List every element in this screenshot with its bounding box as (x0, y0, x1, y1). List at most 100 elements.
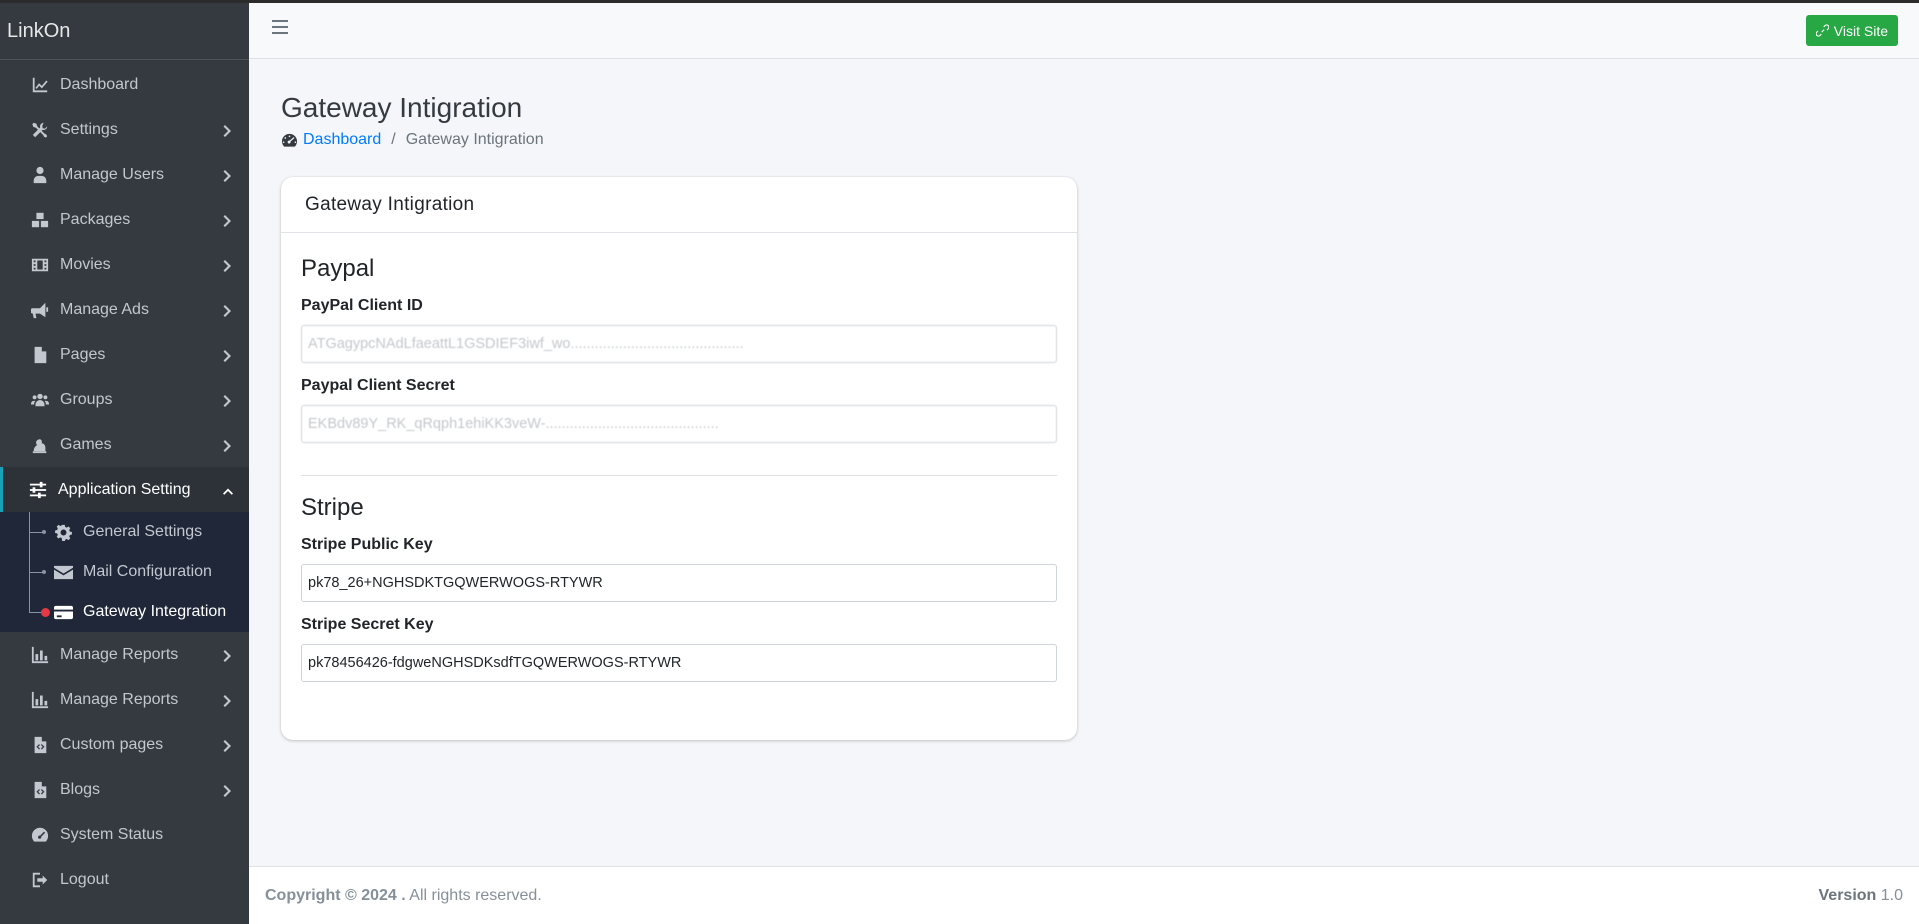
sidebar-item-groups[interactable]: Groups (0, 377, 249, 422)
chevron-right-icon (223, 694, 233, 707)
bullhorn-icon (30, 300, 50, 320)
card-body: Paypal PayPal Client ID Paypal Client Se… (281, 255, 1077, 682)
sidebar-subitem-label: General Settings (83, 523, 203, 540)
sidebar-item-movies[interactable]: Movies (0, 242, 249, 287)
sidebar-item-label: Packages (60, 210, 131, 228)
users-icon (30, 390, 50, 410)
sidebar-item-label: Blogs (60, 780, 101, 798)
sidebar-item-manage-reports-2[interactable]: Manage Reports (0, 677, 249, 722)
sidebar-item-label: Games (60, 435, 112, 453)
page-title: Gateway Intigration (281, 92, 523, 123)
chevron-up-icon (223, 484, 233, 496)
chevron-right-icon (223, 169, 233, 182)
sidebar-item-label: Application Setting (58, 480, 191, 498)
footer: Copyright © 2024 . All rights reserved. … (249, 866, 1919, 924)
boxes-icon (30, 210, 50, 230)
chevron-right-icon (223, 784, 233, 797)
sidebar-item-packages[interactable]: Packages (0, 197, 249, 242)
tree-tick (29, 532, 43, 533)
paypal-client-secret-label: Paypal Client Secret (301, 377, 455, 394)
active-indicator-dot (41, 608, 50, 617)
gear-icon (53, 523, 73, 541)
stripe-secret-key-label: Stripe Secret Key (301, 616, 434, 633)
sidebar-item-manage-ads[interactable]: Manage Ads (0, 287, 249, 332)
chevron-right-icon (223, 349, 233, 362)
sidebar-item-manage-users[interactable]: Manage Users (0, 152, 249, 197)
sidebar-subitem-general-settings[interactable]: General Settings (0, 512, 249, 552)
sidebar-item-dashboard[interactable]: Dashboard (0, 62, 249, 107)
dashboard-gauge-icon (282, 133, 297, 147)
chevron-right-icon (223, 649, 233, 662)
sidebar-item-logout[interactable]: Logout (0, 857, 249, 902)
file-code-icon (30, 780, 50, 800)
sidebar-item-application-setting[interactable]: Application Setting (0, 467, 249, 512)
gateway-integration-card: Gateway Intigration Paypal PayPal Client… (281, 177, 1077, 740)
sidebar-item-pages[interactable]: Pages (0, 332, 249, 377)
sidebar-item-label: Pages (60, 345, 106, 363)
tree-line (29, 592, 30, 612)
footer-copyright: Copyright © 2024 . All rights reserved. (265, 887, 542, 905)
chevron-right-icon (223, 439, 233, 452)
paypal-client-secret-input[interactable] (301, 405, 1057, 443)
paypal-client-id-input[interactable] (301, 325, 1057, 363)
stripe-public-key-input[interactable] (301, 564, 1057, 602)
stripe-section-title: Stripe (301, 494, 364, 521)
breadcrumb-home-link[interactable]: Dashboard (303, 131, 381, 149)
tools-icon (30, 120, 50, 140)
chevron-right-icon (223, 124, 233, 137)
sidebar-nav-lower: Manage Reports Manage Reports Custom pag… (0, 632, 249, 902)
sidebar-item-games[interactable]: Games (0, 422, 249, 467)
stripe-secret-key-input[interactable] (301, 644, 1057, 682)
sliders-icon (28, 480, 48, 500)
hamburger-menu-icon[interactable] (272, 20, 288, 34)
sidebar-item-label: Movies (60, 255, 111, 273)
file-icon (30, 345, 50, 365)
top-navbar: Visit Site (249, 3, 1919, 59)
version-value: 1.0 (1876, 887, 1903, 904)
sidebar-item-system-status[interactable]: System Status (0, 812, 249, 857)
tree-tick (29, 572, 43, 573)
paypal-client-id-label: PayPal Client ID (301, 297, 423, 314)
chevron-right-icon (223, 739, 233, 752)
sidebar: LinkOn Dashboard Settings Manage Users P… (0, 3, 249, 924)
credit-card-icon (53, 603, 73, 621)
chevron-right-icon (223, 214, 233, 227)
version-label: Version (1818, 887, 1877, 904)
paypal-section-title: Paypal (301, 255, 375, 282)
sidebar-item-manage-reports[interactable]: Manage Reports (0, 632, 249, 677)
sidebar-item-label: System Status (60, 825, 164, 843)
sidebar-item-settings[interactable]: Settings (0, 107, 249, 152)
tree-dot (42, 570, 46, 574)
sidebar-subitem-gateway-integration[interactable]: Gateway Integration (0, 592, 249, 632)
brand-logo[interactable]: LinkOn (0, 3, 249, 60)
sidebar-subitem-mail-configuration[interactable]: Mail Configuration (0, 552, 249, 592)
sidebar-item-label: Settings (60, 120, 118, 138)
sidebar-subitem-label: Mail Configuration (83, 563, 212, 580)
envelope-icon (53, 563, 73, 581)
visit-site-button[interactable]: Visit Site (1805, 15, 1898, 46)
sidebar-item-blogs[interactable]: Blogs (0, 767, 249, 812)
film-icon (30, 255, 50, 275)
sidebar-item-label: Manage Ads (60, 300, 149, 318)
footer-version: Version 1.0 (1819, 887, 1904, 905)
chart-line-icon (30, 75, 50, 95)
game-icon (30, 435, 50, 455)
user-icon (30, 165, 50, 185)
chevron-right-icon (223, 259, 233, 272)
sidebar-item-label: Groups (60, 390, 113, 408)
sidebar-subnav: General Settings Mail Configuration Gate… (0, 512, 249, 632)
sidebar-item-label: Manage Users (60, 165, 165, 183)
copyright-bold: Copyright © 2024 . (265, 887, 406, 904)
link-icon (1815, 24, 1829, 37)
sidebar-item-label: Manage Reports (60, 690, 179, 708)
chart-bar-icon (30, 645, 50, 665)
sidebar-item-custom-pages[interactable]: Custom pages (0, 722, 249, 767)
card-title: Gateway Intigration (281, 177, 1077, 233)
sidebar-item-label: Custom pages (60, 735, 164, 753)
file-code-icon (30, 735, 50, 755)
copyright-rest: All rights reserved. (405, 887, 542, 904)
visit-site-label: Visit Site (1833, 22, 1888, 39)
tree-dot (42, 530, 46, 534)
chevron-right-icon (223, 304, 233, 317)
logout-icon (30, 870, 50, 890)
